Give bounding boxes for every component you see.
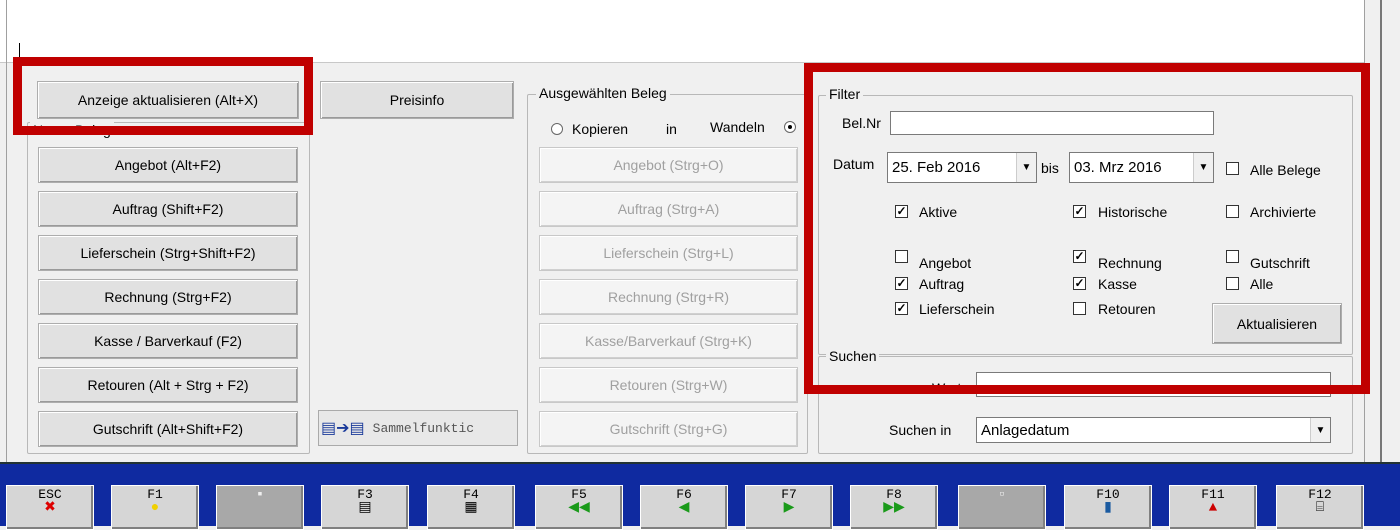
f9-key-button[interactable]: ▫ — [958, 485, 1046, 530]
kopieren-label: Kopieren — [572, 121, 629, 137]
f8-key-button[interactable]: F8 ▶▶ — [850, 485, 938, 530]
lightbulb-icon: ● — [150, 500, 160, 516]
f1-key-button[interactable]: F1 ● — [111, 485, 199, 530]
new-rechnung-button[interactable]: Rechnung (Strg+F2) — [38, 279, 298, 315]
new-kasse-button[interactable]: Kasse / Barverkauf (F2) — [38, 323, 298, 359]
table-icon: ▦ — [464, 500, 478, 516]
exit-door-icon: ▮ — [1104, 500, 1112, 516]
f3-key-button[interactable]: F3 ▤ — [321, 485, 409, 530]
new-retouren-button[interactable]: Retouren (Alt + Strg + F2) — [38, 367, 298, 403]
previous-record-icon: ◀ — [678, 500, 690, 516]
text-area[interactable] — [0, 0, 1364, 63]
f5-key-button[interactable]: F5 ◀◀ — [535, 485, 623, 530]
first-record-icon: ◀◀ — [568, 500, 590, 516]
new-lieferschein-button[interactable]: Lieferschein (Strg+Shift+F2) — [38, 235, 298, 271]
f10-key-button[interactable]: F10 ▮ — [1064, 485, 1152, 530]
document-arrow-icon: ▤➔▤ — [321, 420, 365, 437]
esc-key-button[interactable]: ESC ✖ — [6, 485, 94, 530]
f12-key-button[interactable]: F12 ⌸ — [1276, 485, 1364, 530]
selected-document-title: Ausgewählten Beleg — [536, 85, 670, 101]
refresh-doc-icon: ▤ — [358, 500, 372, 516]
in-label: in — [666, 121, 677, 137]
last-record-icon: ▶▶ — [883, 500, 905, 516]
print-preview-icon: ⌸ — [1315, 500, 1325, 516]
suchen-in-label: Suchen in — [889, 422, 952, 438]
convert-retouren-button[interactable]: Retouren (Strg+W) — [539, 367, 798, 403]
wandeln-radio[interactable] — [784, 121, 796, 133]
left-border — [6, 0, 7, 462]
chevron-down-icon[interactable]: ▼ — [1310, 418, 1330, 442]
right-border — [1380, 0, 1382, 462]
next-record-icon: ▶ — [783, 500, 795, 516]
new-angebot-button[interactable]: Angebot (Alt+F2) — [38, 147, 298, 183]
wandeln-label: Wandeln — [710, 119, 765, 135]
f2-key-button[interactable]: ▪ — [216, 485, 304, 530]
close-icon: ✖ — [44, 500, 56, 516]
convert-auftrag-button[interactable]: Auftrag (Strg+A) — [539, 191, 798, 227]
f6-key-button[interactable]: F6 ◀ — [640, 485, 728, 530]
convert-lieferschein-button[interactable]: Lieferschein (Strg+L) — [539, 235, 798, 271]
preisinfo-button[interactable]: Preisinfo — [320, 81, 514, 119]
kopieren-radio[interactable] — [551, 123, 563, 135]
convert-angebot-button[interactable]: Angebot (Strg+O) — [539, 147, 798, 183]
f7-key-button[interactable]: F7 ▶ — [745, 485, 833, 530]
suchen-in-select[interactable]: Anlagedatum ▼ — [976, 417, 1331, 443]
text-caret — [19, 43, 20, 58]
suchen-in-value: Anlagedatum — [981, 421, 1070, 439]
convert-gutschrift-button[interactable]: Gutschrift (Strg+G) — [539, 411, 798, 447]
new-gutschrift-button[interactable]: Gutschrift (Alt+Shift+F2) — [38, 411, 298, 447]
f11-key-button[interactable]: F11 ▲ — [1169, 485, 1257, 530]
print-icon: ▲ — [1208, 500, 1218, 516]
highlight-filter-frame — [804, 63, 1370, 394]
new-auftrag-button[interactable]: Auftrag (Shift+F2) — [38, 191, 298, 227]
doc-icon: ▪ — [255, 487, 265, 503]
help-doc-icon: ▫ — [997, 487, 1007, 503]
sammelfunktion-label: Sammelfunktic — [372, 420, 475, 436]
f4-key-button[interactable]: F4 ▦ — [427, 485, 515, 530]
convert-kasse-button[interactable]: Kasse/Barverkauf (Strg+K) — [539, 323, 798, 359]
highlight-refresh-frame — [13, 57, 313, 135]
sammelfunktion-button[interactable]: ▤➔▤ Sammelfunktic — [318, 410, 518, 446]
convert-rechnung-button[interactable]: Rechnung (Strg+R) — [539, 279, 798, 315]
